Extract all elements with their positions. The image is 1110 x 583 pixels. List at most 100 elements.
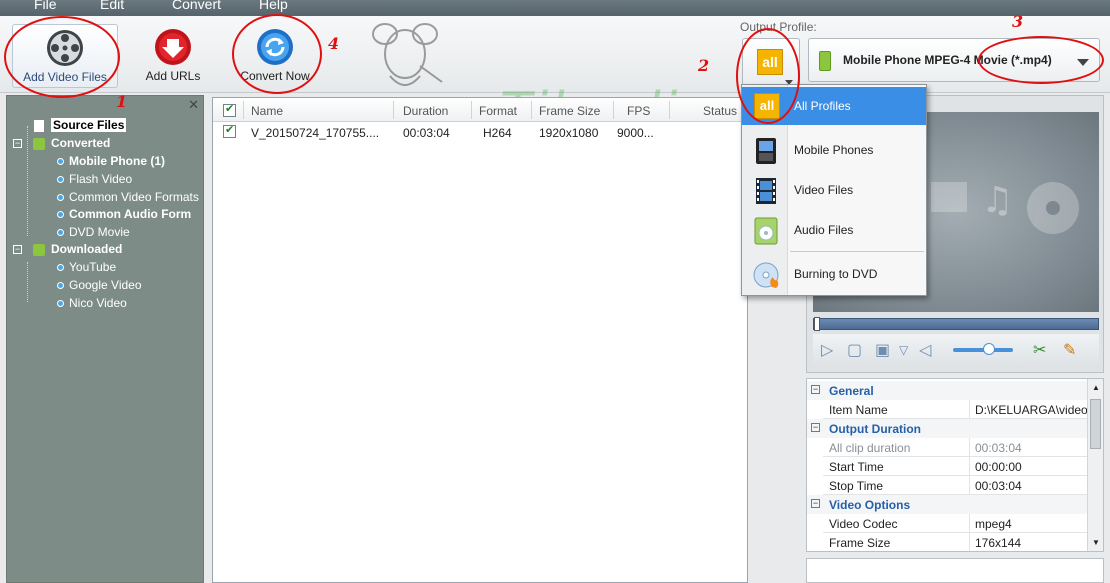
cell-name: V_20150724_170755.... (251, 126, 380, 140)
properties-scrollbar[interactable]: ▲ ▼ (1087, 379, 1103, 551)
select-all-checkbox[interactable] (223, 102, 236, 117)
stop-icon[interactable]: ▢ (847, 340, 862, 360)
volume-icon[interactable]: ◁ (919, 340, 931, 360)
column-separator (393, 101, 394, 119)
column-header-format[interactable]: Format (479, 104, 517, 118)
row-checkbox[interactable] (223, 123, 236, 138)
property-row[interactable]: Item Name D:\KELUARGA\video... (823, 400, 1098, 419)
converted-folder-icon (33, 137, 45, 150)
bullet-icon (57, 264, 64, 272)
tree-item-common-video[interactable]: Common Video Formats (57, 190, 199, 204)
section-video-options[interactable]: − Video Options (807, 495, 1087, 514)
column-header-frame-size[interactable]: Frame Size (539, 104, 600, 118)
seek-bar[interactable] (813, 317, 1099, 331)
scroll-up-icon[interactable]: ▲ (1092, 383, 1100, 392)
column-header-status[interactable]: Status (703, 104, 737, 118)
tree-item-label: Source Files (51, 118, 127, 132)
menu-item-audio-files[interactable]: Audio Files (742, 211, 926, 249)
document-icon (33, 118, 45, 133)
scroll-thumb[interactable] (1090, 399, 1101, 449)
property-row[interactable]: Stop Time 00:03:04 (823, 476, 1087, 495)
section-output-duration[interactable]: − Output Duration (807, 419, 1087, 438)
column-separator (969, 400, 970, 419)
snapshot-icon[interactable]: ▣ (875, 340, 890, 360)
collapse-icon[interactable]: − (13, 245, 22, 254)
menu-file[interactable]: File (34, 0, 57, 12)
property-row[interactable]: Video Codec mpeg4 (823, 514, 1087, 533)
close-icon[interactable]: ✕ (188, 97, 199, 113)
property-row[interactable]: Start Time 00:00:00 (823, 457, 1087, 476)
menu-help[interactable]: Help (259, 0, 288, 12)
annotation-number-2: 2 (698, 56, 710, 75)
menu-item-label: Mobile Phones (794, 143, 874, 157)
tree-item-label: Converted (51, 136, 111, 150)
menu-separator (790, 251, 924, 252)
collapse-icon[interactable]: − (811, 385, 820, 394)
table-header: Name Duration Format Frame Size FPS Stat… (213, 98, 747, 122)
tree-item-label: Nico Video (69, 296, 127, 310)
toolbar: Add Video Files Add URLs Convert Now Out… (0, 16, 1110, 93)
cell-frame-size: 1920x1080 (539, 126, 599, 140)
playback-controls: ▷ ▢ ▣ ▽ ◁ ✂ ✎ (813, 334, 1099, 366)
tree-item-source-files[interactable]: Source Files (33, 118, 127, 133)
column-separator (471, 101, 472, 119)
property-value: 00:00:00 (975, 460, 1022, 474)
description-box (806, 558, 1104, 583)
audio-file-icon (754, 217, 778, 245)
tree-item-dvd-movie[interactable]: DVD Movie (57, 225, 130, 239)
bullet-icon (57, 176, 64, 184)
column-header-name[interactable]: Name (251, 104, 283, 118)
tree-item-label: Common Audio Form (69, 207, 192, 221)
tree-item-flash-video[interactable]: Flash Video (57, 172, 132, 186)
seek-handle[interactable] (814, 317, 820, 331)
tree-item-common-audio[interactable]: Common Audio Form (57, 207, 191, 221)
annotation-number-1: 1 (116, 92, 128, 111)
tree-item-google-video[interactable]: Google Video (57, 278, 142, 292)
menu-convert[interactable]: Convert (172, 0, 221, 12)
scissors-icon[interactable]: ✂ (1033, 340, 1046, 360)
cell-duration: 00:03:04 (403, 126, 450, 140)
menu-item-video-files[interactable]: Video Files (742, 171, 926, 209)
annotation-circle-2 (736, 28, 800, 124)
collapse-icon[interactable]: − (811, 499, 820, 508)
volume-knob[interactable] (983, 343, 995, 355)
column-separator (243, 101, 244, 119)
collapse-icon[interactable]: − (811, 423, 820, 432)
column-header-fps[interactable]: FPS (627, 104, 650, 118)
column-separator (969, 476, 970, 495)
tree-item-label: Flash Video (69, 172, 133, 186)
tree-item-mobile-phone[interactable]: Mobile Phone (1) (57, 154, 165, 168)
mobile-phone-icon (756, 138, 776, 164)
property-value: 176x144 (975, 536, 1022, 550)
tree-item-downloaded[interactable]: Downloaded (33, 242, 122, 256)
tree-item-youtube[interactable]: YouTube (57, 260, 116, 274)
section-general[interactable]: − General (807, 381, 1087, 400)
tree-item-label: Downloaded (51, 242, 123, 256)
tree-item-nico-video[interactable]: Nico Video (57, 296, 127, 310)
magic-wand-icon[interactable]: ✎ (1063, 340, 1076, 360)
property-key: Frame Size (829, 536, 891, 550)
add-urls-button[interactable]: Add URLs (140, 24, 206, 83)
tree-connector (27, 262, 28, 302)
menu-edit[interactable]: Edit (100, 0, 124, 12)
column-header-duration[interactable]: Duration (403, 104, 448, 118)
tree-item-label: Mobile Phone (1) (69, 154, 165, 168)
property-key: Item Name (829, 403, 888, 417)
tree-item-converted[interactable]: Converted (33, 136, 110, 150)
property-key: Video Codec (829, 517, 898, 531)
scroll-down-icon[interactable]: ▼ (1092, 538, 1100, 547)
collapse-icon[interactable]: − (13, 139, 22, 148)
menu-item-mobile-phones[interactable]: Mobile Phones (742, 131, 926, 169)
column-separator (969, 514, 970, 533)
table-row[interactable]: V_20150724_170755.... 00:03:04 H264 1920… (213, 122, 747, 142)
column-separator (531, 101, 532, 119)
property-row[interactable]: Frame Size 176x144 (823, 533, 1087, 551)
menu-item-burning-dvd[interactable]: Burning to DVD (742, 255, 926, 293)
chevron-down-icon[interactable]: ▽ (899, 343, 908, 357)
property-value: mpeg4 (975, 517, 1012, 531)
property-key: All clip duration (829, 441, 911, 455)
bullet-icon (57, 211, 64, 219)
play-icon[interactable]: ▷ (821, 340, 833, 360)
tree-item-label: Common Video Formats (69, 190, 199, 204)
annotation-circle-4 (232, 14, 322, 94)
